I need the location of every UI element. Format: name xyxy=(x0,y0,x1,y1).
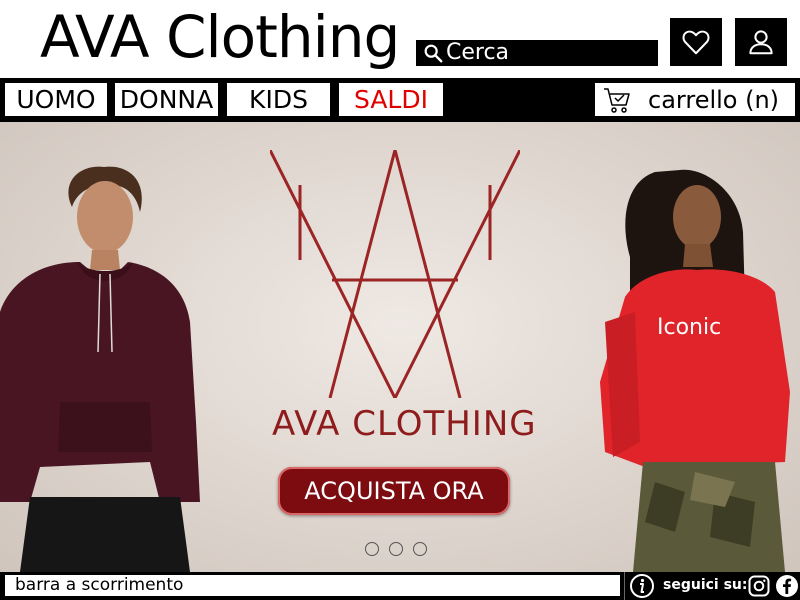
footer-divider xyxy=(624,572,625,600)
account-button[interactable] xyxy=(735,18,787,66)
nav-item-donna[interactable]: DONNA xyxy=(115,83,218,116)
info-icon[interactable] xyxy=(629,573,655,599)
cart-label: carrello (n) xyxy=(648,85,780,114)
iconic-print: Iconic xyxy=(657,315,721,340)
nav-item-saldi[interactable]: SALDI xyxy=(339,83,443,116)
scrolling-ticker[interactable]: barra a scorrimento xyxy=(5,575,620,596)
hero-banner: Iconic AVA CLOTHING ACQUISTA ORA xyxy=(0,122,800,572)
nav-item-uomo[interactable]: UOMO xyxy=(5,83,107,116)
cart-button[interactable]: carrello (n) xyxy=(595,83,795,116)
carousel-dot-3[interactable] xyxy=(413,542,427,556)
carousel-dot-2[interactable] xyxy=(389,542,403,556)
favorites-button[interactable] xyxy=(670,18,722,66)
follow-us-label: seguici su: xyxy=(663,577,748,593)
facebook-icon[interactable] xyxy=(775,574,799,598)
hero-model-man-image xyxy=(0,166,200,572)
hero-logo-text: AVA CLOTHING xyxy=(272,404,537,444)
ava-logo-mark xyxy=(270,150,520,398)
user-icon xyxy=(749,30,773,55)
search-bar[interactable]: Cerca xyxy=(416,40,658,66)
hero-model-woman-image: Iconic xyxy=(600,169,790,572)
instagram-icon[interactable] xyxy=(747,574,771,598)
brand-logo-text[interactable]: AVA Clothing xyxy=(40,4,400,70)
search-placeholder[interactable]: Cerca xyxy=(446,40,509,66)
search-icon[interactable] xyxy=(422,42,444,64)
cart-icon xyxy=(604,87,630,113)
heart-icon xyxy=(682,30,710,55)
nav-item-kids[interactable]: KIDS xyxy=(227,83,330,116)
carousel-dot-1[interactable] xyxy=(365,542,379,556)
shop-now-button[interactable]: ACQUISTA ORA xyxy=(278,467,510,515)
